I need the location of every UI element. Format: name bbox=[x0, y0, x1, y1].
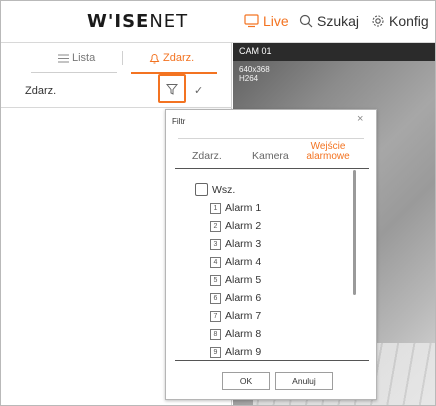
alarm-number: 9 bbox=[210, 346, 221, 358]
tab-list[interactable]: Lista bbox=[58, 52, 95, 64]
monitor-icon bbox=[244, 14, 259, 28]
dialog-title: Filtr bbox=[172, 117, 186, 126]
alarm-number: 7 bbox=[210, 310, 221, 322]
close-icon[interactable]: × bbox=[357, 114, 363, 125]
list-item[interactable]: 7 Alarm 7 bbox=[210, 310, 261, 322]
alarm-label: Alarm 4 bbox=[225, 256, 262, 268]
list-item[interactable]: 1 Alarm 1 bbox=[210, 202, 261, 214]
list-item[interactable]: 5 Alarm 5 bbox=[210, 274, 261, 286]
tab-event[interactable]: Zdarz. bbox=[149, 52, 194, 64]
filter-icon bbox=[166, 83, 178, 95]
alarm-number: 1 bbox=[210, 202, 221, 214]
alarm-label: Alarm 8 bbox=[225, 328, 262, 340]
wisenet-logo: W'ISENET bbox=[87, 11, 189, 32]
list-item[interactable]: 6 Alarm 6 bbox=[210, 292, 261, 304]
alarm-label: Alarm 3 bbox=[225, 238, 262, 250]
event-filter-row: Zdarz. ✓ bbox=[1, 74, 232, 108]
panel-tabs: Lista Zdarz. bbox=[1, 43, 232, 74]
select-all-label: Wsz. bbox=[212, 183, 236, 196]
dialog-tab-line bbox=[175, 168, 369, 169]
alarm-number: 8 bbox=[210, 328, 221, 340]
tab-list-label: Lista bbox=[72, 52, 96, 64]
dialog-tab-alarm-input[interactable]: Wejście alarmowe bbox=[305, 142, 351, 162]
filter-button[interactable] bbox=[158, 74, 186, 103]
checkmark-icon: ✓ bbox=[194, 85, 204, 97]
list-item[interactable]: 2 Alarm 2 bbox=[210, 220, 261, 232]
search-icon bbox=[299, 14, 313, 28]
app-window: W'ISENET Live Szukaj Konfig Lista Zdarz.… bbox=[0, 0, 436, 406]
filter-dialog: Filtr × Zdarz. Kamera Wejście alarmowe W… bbox=[165, 109, 377, 400]
event-label: Zdarz. bbox=[25, 85, 57, 97]
alarm-number: 4 bbox=[210, 256, 221, 268]
dialog-tab-alarm-input-line2: alarmowe bbox=[306, 151, 350, 162]
alarm-number: 2 bbox=[210, 220, 221, 232]
alarm-number: 3 bbox=[210, 238, 221, 250]
nav-search-label: Szukaj bbox=[317, 13, 360, 29]
top-bar: W'ISENET Live Szukaj Konfig bbox=[1, 1, 435, 43]
alarm-label: Alarm 2 bbox=[225, 220, 262, 232]
alarm-number: 5 bbox=[210, 274, 221, 286]
alarm-list: Wsz. 1 Alarm 1 2 Alarm 2 3 Alarm 3 4 Ala… bbox=[175, 170, 369, 360]
list-item[interactable]: 9 Alarm 9 bbox=[210, 346, 261, 358]
stream-info: 640x368 H264 bbox=[239, 65, 270, 83]
tab-event-label: Zdarz. bbox=[163, 52, 195, 64]
list-item[interactable]: 8 Alarm 8 bbox=[210, 328, 261, 340]
alarm-label: Alarm 6 bbox=[225, 292, 262, 304]
stream-resolution: 640x368 bbox=[239, 65, 270, 74]
tab-list-underline bbox=[31, 72, 117, 73]
gear-icon bbox=[372, 15, 384, 27]
tab-divider bbox=[122, 51, 123, 65]
camera-header: CAM 01 bbox=[233, 43, 435, 61]
event-icon bbox=[149, 53, 160, 63]
nav-config[interactable]: Konfig bbox=[371, 13, 429, 29]
alarm-label: Alarm 1 bbox=[225, 202, 262, 214]
dialog-divider bbox=[178, 138, 364, 139]
alarm-label: Alarm 5 bbox=[225, 274, 262, 286]
camera-name: CAM 01 bbox=[239, 46, 272, 56]
select-all-checkbox[interactable] bbox=[195, 183, 208, 196]
nav-live-label: Live bbox=[263, 13, 289, 29]
nav-search[interactable]: Szukaj bbox=[299, 13, 359, 29]
nav-live[interactable]: Live bbox=[244, 13, 289, 29]
alarm-label: Alarm 7 bbox=[225, 310, 262, 322]
nav-config-label: Konfig bbox=[389, 13, 429, 29]
alarm-number: 6 bbox=[210, 292, 221, 304]
cancel-button[interactable]: Anuluj bbox=[275, 372, 333, 390]
select-all-item[interactable]: Wsz. bbox=[195, 183, 235, 196]
ok-button[interactable]: OK bbox=[222, 372, 270, 390]
dialog-tab-camera[interactable]: Kamera bbox=[252, 150, 289, 162]
list-item[interactable]: 4 Alarm 4 bbox=[210, 256, 261, 268]
scrollbar[interactable] bbox=[353, 170, 356, 295]
list-icon bbox=[58, 54, 69, 62]
alarm-label: Alarm 9 bbox=[225, 346, 262, 358]
stream-codec: H264 bbox=[239, 74, 259, 83]
list-item[interactable]: 3 Alarm 3 bbox=[210, 238, 261, 250]
dialog-list-bottom-line bbox=[175, 360, 369, 361]
dialog-tab-event[interactable]: Zdarz. bbox=[192, 150, 222, 162]
